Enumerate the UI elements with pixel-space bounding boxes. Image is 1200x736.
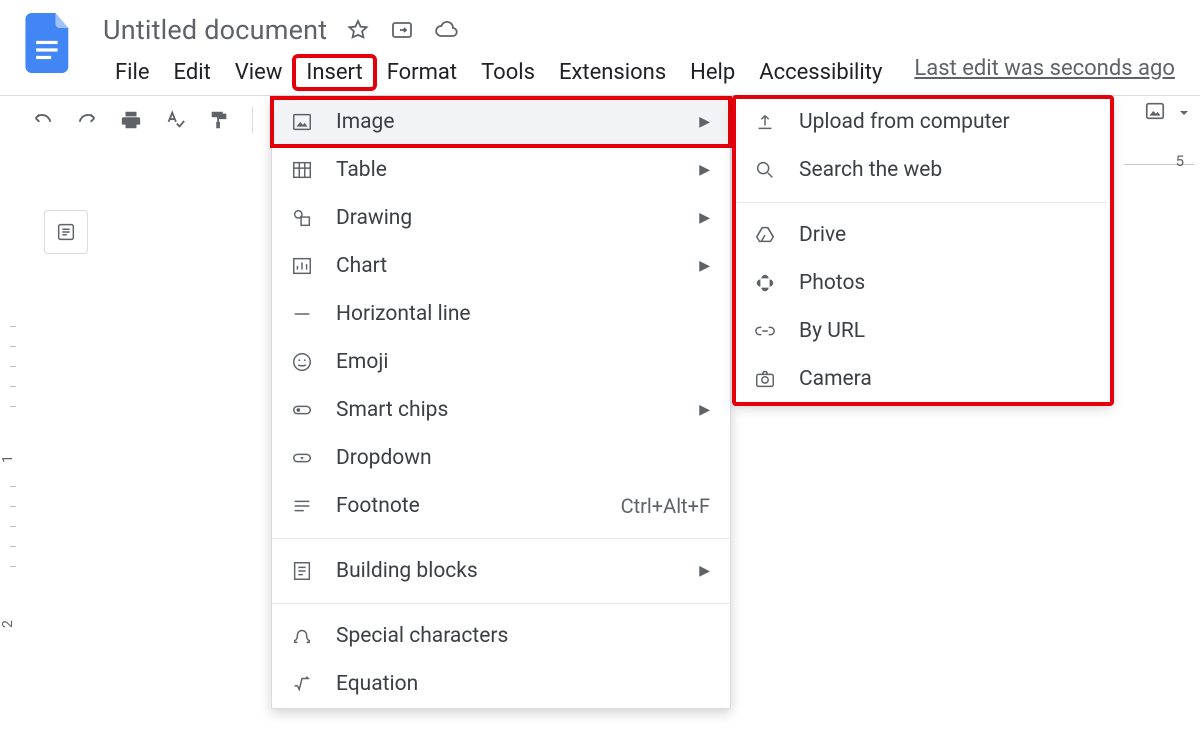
cloud-status-icon[interactable] <box>433 17 459 43</box>
insert-hr-label: Horizontal line <box>336 302 710 326</box>
submenu-arrow-icon: ▶ <box>699 210 710 226</box>
vruler-1: 1 <box>0 455 16 463</box>
smart-chips-icon <box>290 398 314 422</box>
insert-chart[interactable]: Chart ▶ <box>272 242 730 290</box>
insert-equation[interactable]: Equation <box>272 660 730 708</box>
menu-edit[interactable]: Edit <box>162 56 223 89</box>
outline-toggle[interactable] <box>44 210 88 254</box>
image-upload-from-computer[interactable]: Upload from computer <box>735 98 1111 146</box>
footnote-shortcut: Ctrl+Alt+F <box>621 494 710 518</box>
menu-view[interactable]: View <box>223 56 295 89</box>
insert-footnote[interactable]: Footnote Ctrl+Alt+F <box>272 482 730 530</box>
image-drive-label: Drive <box>799 223 1091 247</box>
vertical-ruler: 1 2 <box>4 316 28 716</box>
insert-emoji[interactable]: Emoji <box>272 338 730 386</box>
camera-icon <box>753 367 777 391</box>
search-icon <box>753 158 777 182</box>
menu-separator <box>735 202 1111 203</box>
undo-button[interactable] <box>28 105 58 135</box>
submenu-arrow-icon: ▶ <box>699 162 710 178</box>
menu-separator <box>272 603 730 604</box>
image-search-label: Search the web <box>799 158 1091 182</box>
menubar: File Edit View Insert Format Tools Exten… <box>103 56 1175 89</box>
omega-icon <box>290 624 314 648</box>
move-icon[interactable] <box>389 17 415 43</box>
insert-table[interactable]: Table ▶ <box>272 146 730 194</box>
insert-smartchips-label: Smart chips <box>336 398 699 422</box>
menu-insert[interactable]: Insert <box>294 56 374 89</box>
menu-help[interactable]: Help <box>678 56 747 89</box>
vruler-2: 2 <box>0 620 16 628</box>
emoji-icon <box>290 350 314 374</box>
table-icon <box>290 158 314 182</box>
insert-equation-label: Equation <box>336 672 710 696</box>
submenu-arrow-icon: ▶ <box>699 114 710 130</box>
insert-smart-chips[interactable]: Smart chips ▶ <box>272 386 730 434</box>
insert-drawing-label: Drawing <box>336 206 699 230</box>
doc-title[interactable]: Untitled document <box>103 14 327 46</box>
submenu-arrow-icon: ▶ <box>699 258 710 274</box>
ruler-mark-5: 5 <box>1176 152 1184 170</box>
drive-icon <box>753 223 777 247</box>
toolbar-right <box>1144 100 1190 127</box>
submenu-arrow-icon: ▶ <box>699 402 710 418</box>
submenu-arrow-icon: ▶ <box>699 563 710 579</box>
building-blocks-icon <box>290 559 314 583</box>
chevron-down-icon[interactable] <box>1178 103 1190 124</box>
menu-file[interactable]: File <box>103 56 162 89</box>
photos-icon <box>753 271 777 295</box>
image-photos-label: Photos <box>799 271 1091 295</box>
image-camera[interactable]: Camera <box>735 355 1111 403</box>
insert-horizontal-line[interactable]: Horizontal line <box>272 290 730 338</box>
insert-dropdown-chip[interactable]: Dropdown <box>272 434 730 482</box>
print-button[interactable] <box>116 105 146 135</box>
insert-image[interactable]: Image ▶ <box>272 98 730 146</box>
insert-footnote-label: Footnote <box>336 494 621 518</box>
insert-specialchars-label: Special characters <box>336 624 710 648</box>
menu-extensions[interactable]: Extensions <box>547 56 678 89</box>
image-photos[interactable]: Photos <box>735 259 1111 307</box>
image-icon <box>290 110 314 134</box>
paint-format-button[interactable] <box>204 105 234 135</box>
insert-building-blocks[interactable]: Building blocks ▶ <box>272 547 730 595</box>
insert-image-label: Image <box>336 110 699 134</box>
insert-chart-label: Chart <box>336 254 699 278</box>
insert-drawing[interactable]: Drawing ▶ <box>272 194 730 242</box>
docs-logo[interactable] <box>20 8 78 78</box>
insert-image-tb-icon[interactable] <box>1144 100 1166 127</box>
insert-emoji-label: Emoji <box>336 350 710 374</box>
insert-dropdown-label: Dropdown <box>336 446 710 470</box>
equation-icon <box>290 672 314 696</box>
image-submenu: Upload from computer Search the web Driv… <box>734 97 1112 404</box>
ruler: 5 <box>1124 152 1194 178</box>
upload-icon <box>753 110 777 134</box>
menu-accessibility[interactable]: Accessibility <box>747 56 894 89</box>
menu-format[interactable]: Format <box>375 56 469 89</box>
spellcheck-button[interactable] <box>160 105 190 135</box>
horizontal-line-icon <box>290 302 314 326</box>
image-upload-label: Upload from computer <box>799 110 1091 134</box>
star-icon[interactable] <box>345 17 371 43</box>
image-byurl-label: By URL <box>799 319 1091 343</box>
insert-dropdown: Image ▶ Table ▶ Drawing ▶ Chart ▶ Horizo… <box>271 97 731 709</box>
redo-button[interactable] <box>72 105 102 135</box>
drawing-icon <box>290 206 314 230</box>
insert-special-characters[interactable]: Special characters <box>272 612 730 660</box>
footnote-icon <box>290 494 314 518</box>
dropdown-chip-icon <box>290 446 314 470</box>
link-icon <box>753 319 777 343</box>
menu-separator <box>272 538 730 539</box>
doc-header: Untitled document File Edit View Insert … <box>0 0 1200 89</box>
menu-tools[interactable]: Tools <box>469 56 547 89</box>
image-drive[interactable]: Drive <box>735 211 1111 259</box>
chart-icon <box>290 254 314 278</box>
insert-buildingblocks-label: Building blocks <box>336 559 699 583</box>
insert-table-label: Table <box>336 158 699 182</box>
image-by-url[interactable]: By URL <box>735 307 1111 355</box>
toolbar-separator <box>252 107 253 133</box>
last-edit-link[interactable]: Last edit was seconds ago <box>914 56 1175 89</box>
image-search-web[interactable]: Search the web <box>735 146 1111 194</box>
image-camera-label: Camera <box>799 367 1091 391</box>
